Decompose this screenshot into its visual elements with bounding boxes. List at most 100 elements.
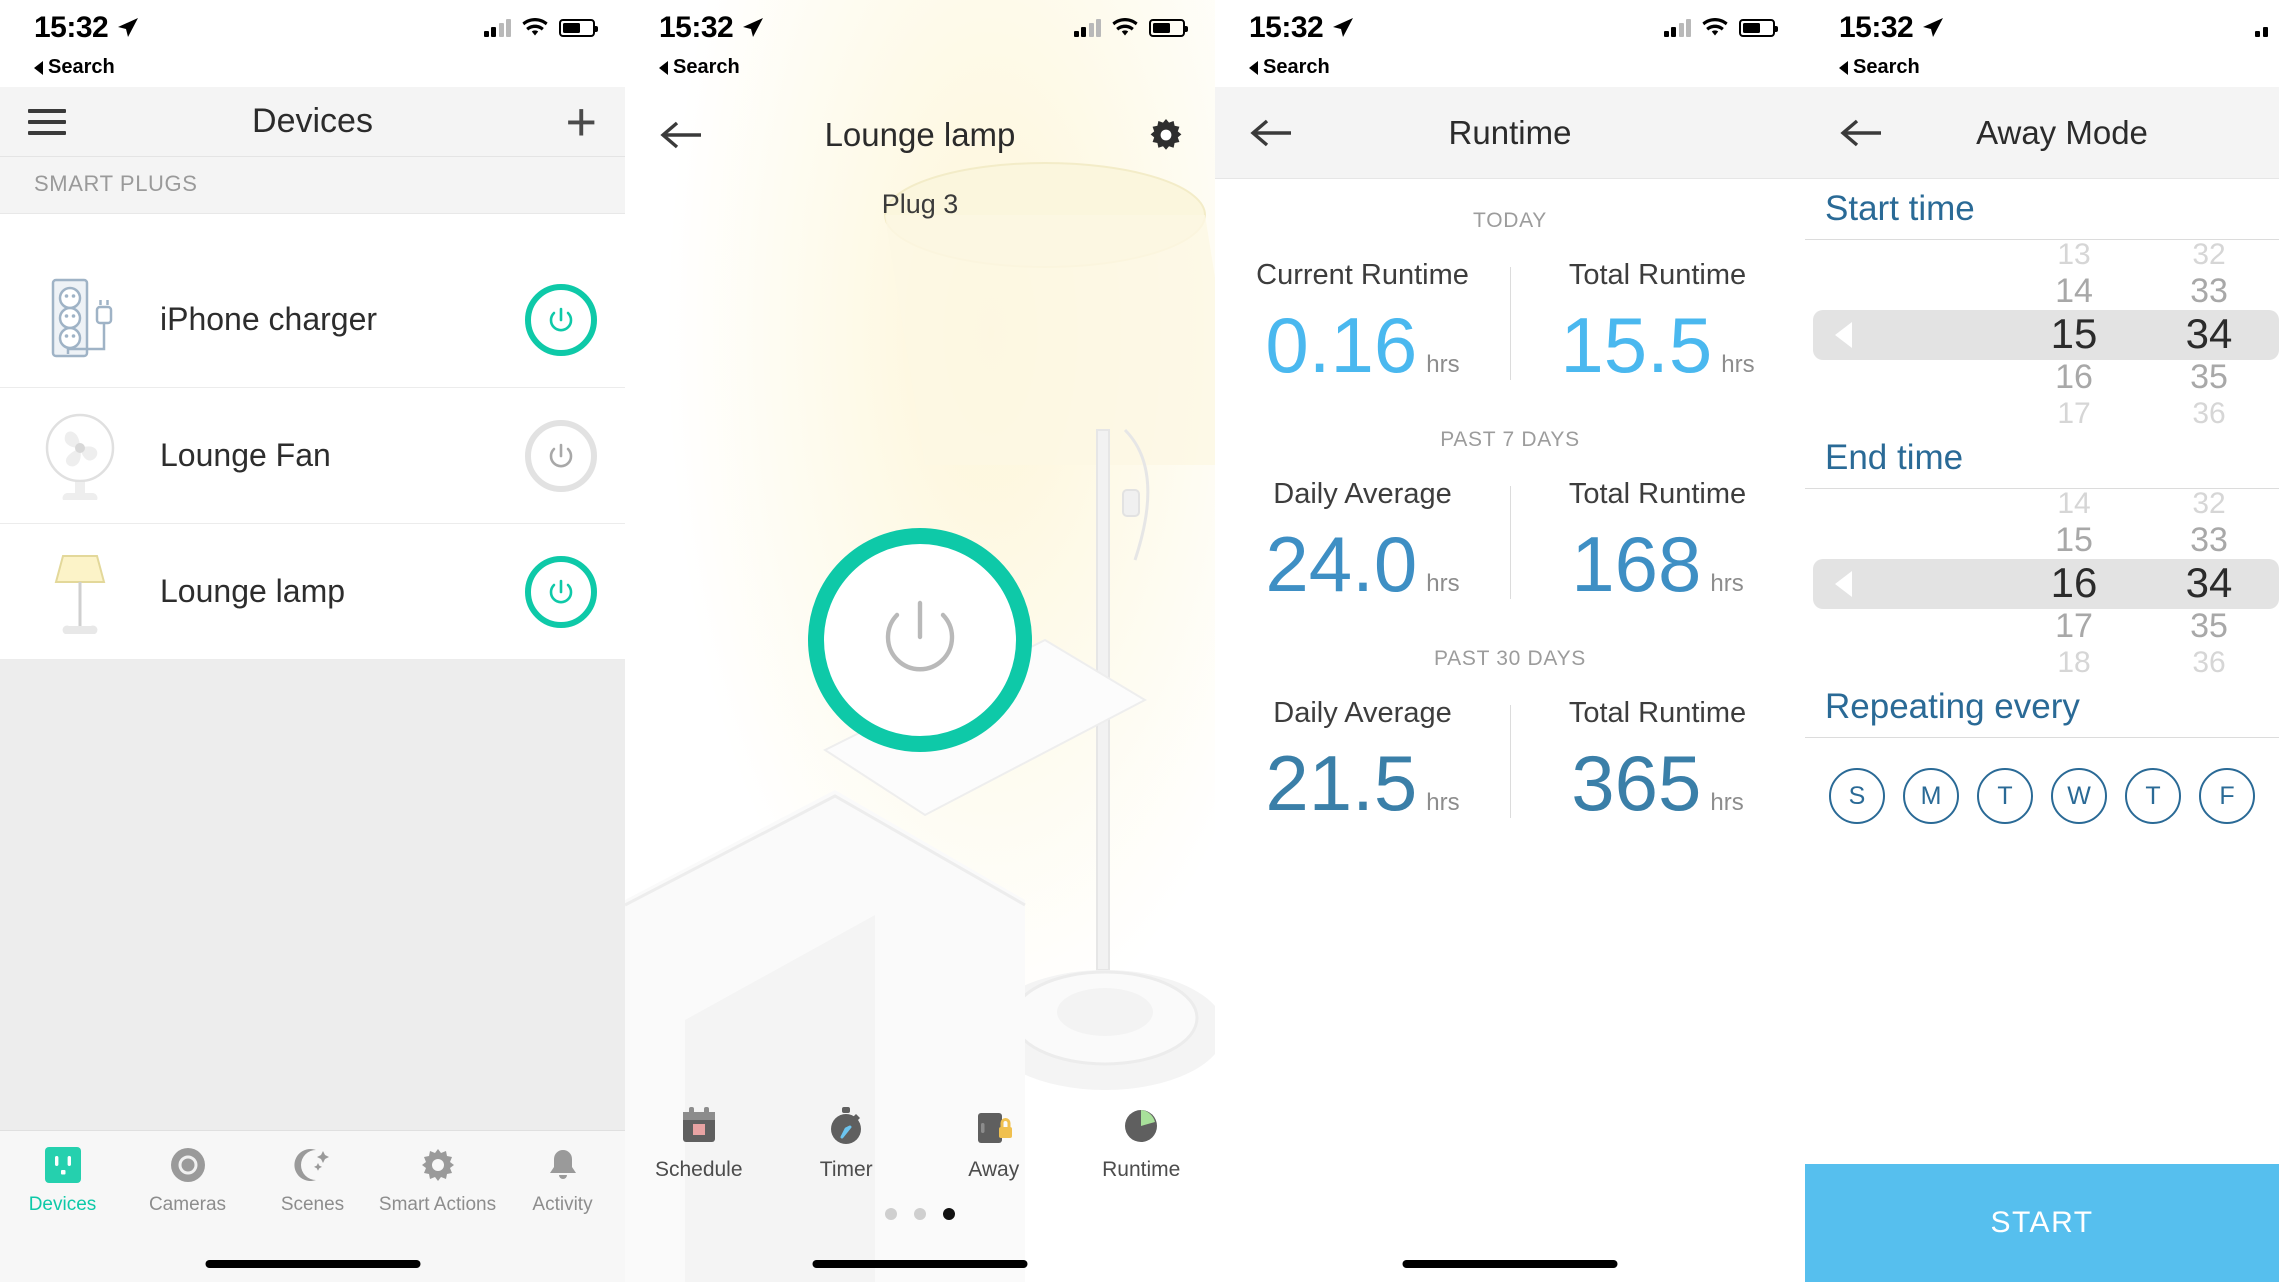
hour-option[interactable]: 14 xyxy=(2009,272,2139,311)
stat-unit: hrs xyxy=(1426,570,1460,597)
day-label: F xyxy=(2219,781,2235,810)
tab-activity[interactable]: Activity xyxy=(500,1145,625,1216)
stat-value: 365 xyxy=(1571,739,1702,827)
moon-stars-icon xyxy=(293,1149,329,1181)
tab-timer[interactable]: Timer xyxy=(773,1104,921,1182)
stat-cell: Total Runtime 168 hrs xyxy=(1510,478,1805,603)
list-empty-area xyxy=(0,660,625,1130)
tab-devices[interactable]: Devices xyxy=(0,1145,125,1216)
battery-icon xyxy=(1739,19,1778,37)
picker-row[interactable]: 18 36 xyxy=(1805,646,2279,680)
minute-option[interactable]: 32 xyxy=(2139,487,2279,521)
stat-value-group: 21.5 hrs xyxy=(1215,744,1510,822)
tab-scenes[interactable]: Scenes xyxy=(250,1145,375,1216)
day-toggle-friday[interactable]: F xyxy=(2199,768,2255,824)
power-toggle-button[interactable] xyxy=(525,283,597,356)
hamburger-menu-icon[interactable] xyxy=(28,102,66,142)
minute-option[interactable]: 36 xyxy=(2139,397,2279,431)
minute-option[interactable]: 33 xyxy=(2139,521,2279,560)
page-dot[interactable] xyxy=(885,1208,897,1220)
back-to-search-link[interactable]: Search xyxy=(1805,56,2279,87)
plus-icon[interactable]: + xyxy=(565,95,597,149)
day-toggle-thursday[interactable]: T xyxy=(2125,768,2181,824)
day-toggle-monday[interactable]: M xyxy=(1903,768,1959,824)
day-label: T xyxy=(1997,781,2013,810)
minute-option[interactable]: 36 xyxy=(2139,646,2279,680)
minute-selected[interactable]: 34 xyxy=(2139,559,2279,607)
power-toggle-button[interactable] xyxy=(525,555,597,628)
power-icon xyxy=(549,443,573,467)
tab-smart-actions[interactable]: Smart Actions xyxy=(375,1145,500,1216)
page-title: Lounge lamp xyxy=(824,116,1016,153)
start-button[interactable]: START xyxy=(1805,1164,2279,1282)
page-dot-active[interactable] xyxy=(943,1208,955,1220)
picker-row-selected[interactable]: 16 34 xyxy=(1805,559,2279,607)
list-item[interactable]: Lounge Fan xyxy=(0,388,625,524)
picker-row[interactable]: 14 32 xyxy=(1805,487,2279,521)
list-item[interactable]: iPhone charger xyxy=(0,252,625,388)
minute-selected[interactable]: 34 xyxy=(2139,310,2279,358)
list-item[interactable]: Lounge lamp xyxy=(0,524,625,660)
status-time: 15:32 xyxy=(34,11,109,44)
tab-schedule[interactable]: Schedule xyxy=(625,1104,773,1182)
away-navbar: Away Mode xyxy=(1805,87,2279,179)
power-strip-icon xyxy=(34,274,126,366)
bell-icon xyxy=(549,1150,576,1179)
stat-cell: Daily Average 21.5 hrs xyxy=(1215,697,1510,822)
page-title: Away Mode xyxy=(1976,113,2148,151)
wifi-icon xyxy=(1112,18,1138,36)
outlet-icon xyxy=(44,1147,81,1183)
minute-option[interactable]: 35 xyxy=(2139,607,2279,646)
home-indicator xyxy=(812,1260,1028,1268)
page-indicator-dots[interactable] xyxy=(625,1208,1215,1220)
hour-option[interactable]: 15 xyxy=(2009,521,2139,560)
tab-label: Away xyxy=(968,1158,1020,1181)
location-arrow-icon xyxy=(1333,18,1354,37)
picker-row[interactable]: 16 35 xyxy=(1805,358,2279,397)
list-item-label: iPhone charger xyxy=(160,301,378,337)
picker-row[interactable]: 13 32 xyxy=(1805,238,2279,272)
end-time-picker[interactable]: 14 32 15 33 16 34 17 35 18 36 xyxy=(1805,487,2279,680)
main-power-button[interactable] xyxy=(808,528,1032,752)
back-to-search-link[interactable]: Search xyxy=(0,56,625,87)
tab-cameras[interactable]: Cameras xyxy=(125,1145,250,1216)
day-toggle-sunday[interactable]: S xyxy=(1829,768,1885,824)
stat-cell: Current Runtime 0.16 hrs xyxy=(1215,259,1510,384)
home-indicator xyxy=(205,1260,420,1268)
page-dot[interactable] xyxy=(914,1208,926,1220)
repeating-label: Repeating every xyxy=(1805,677,2279,738)
day-toggle-tuesday[interactable]: T xyxy=(1977,768,2033,824)
hour-option[interactable]: 17 xyxy=(2009,397,2139,431)
minute-option[interactable]: 35 xyxy=(2139,358,2279,397)
cellular-signal-icon xyxy=(2255,19,2269,37)
picker-row-selected[interactable]: 15 34 xyxy=(1805,310,2279,358)
picker-row[interactable]: 15 33 xyxy=(1805,521,2279,560)
hour-option[interactable]: 14 xyxy=(2009,487,2139,521)
hour-option[interactable]: 13 xyxy=(2009,238,2139,272)
hour-option[interactable]: 16 xyxy=(2009,358,2139,397)
hour-option[interactable]: 18 xyxy=(2009,646,2139,680)
arrow-left-icon[interactable] xyxy=(659,118,707,152)
power-icon xyxy=(549,579,573,603)
day-toggle-wednesday[interactable]: W xyxy=(2051,768,2107,824)
fan-icon xyxy=(34,408,126,504)
minute-option[interactable]: 32 xyxy=(2139,238,2279,272)
start-time-label: Start time xyxy=(1805,179,2279,240)
start-time-picker[interactable]: 13 32 14 33 15 34 16 35 17 36 xyxy=(1805,238,2279,431)
back-to-search-link[interactable]: Search xyxy=(625,56,1215,87)
gear-sparkle-icon xyxy=(421,1149,454,1181)
tab-runtime[interactable]: Runtime xyxy=(1068,1104,1216,1182)
device-action-tabs: Schedule Timer Away Runtime xyxy=(625,1104,1215,1182)
picker-row[interactable]: 17 35 xyxy=(1805,607,2279,646)
minute-option[interactable]: 33 xyxy=(2139,272,2279,311)
tab-away[interactable]: Away xyxy=(920,1104,1068,1182)
hour-selected[interactable]: 15 xyxy=(2009,310,2139,358)
hour-option[interactable]: 17 xyxy=(2009,607,2139,646)
gear-icon[interactable] xyxy=(1147,116,1185,154)
back-to-search-link[interactable]: Search xyxy=(1215,56,1805,87)
power-toggle-button[interactable] xyxy=(525,419,597,492)
picker-row[interactable]: 14 33 xyxy=(1805,272,2279,311)
stat-value-group: 168 hrs xyxy=(1510,525,1805,603)
hour-selected[interactable]: 16 xyxy=(2009,559,2139,607)
picker-row[interactable]: 17 36 xyxy=(1805,397,2279,431)
